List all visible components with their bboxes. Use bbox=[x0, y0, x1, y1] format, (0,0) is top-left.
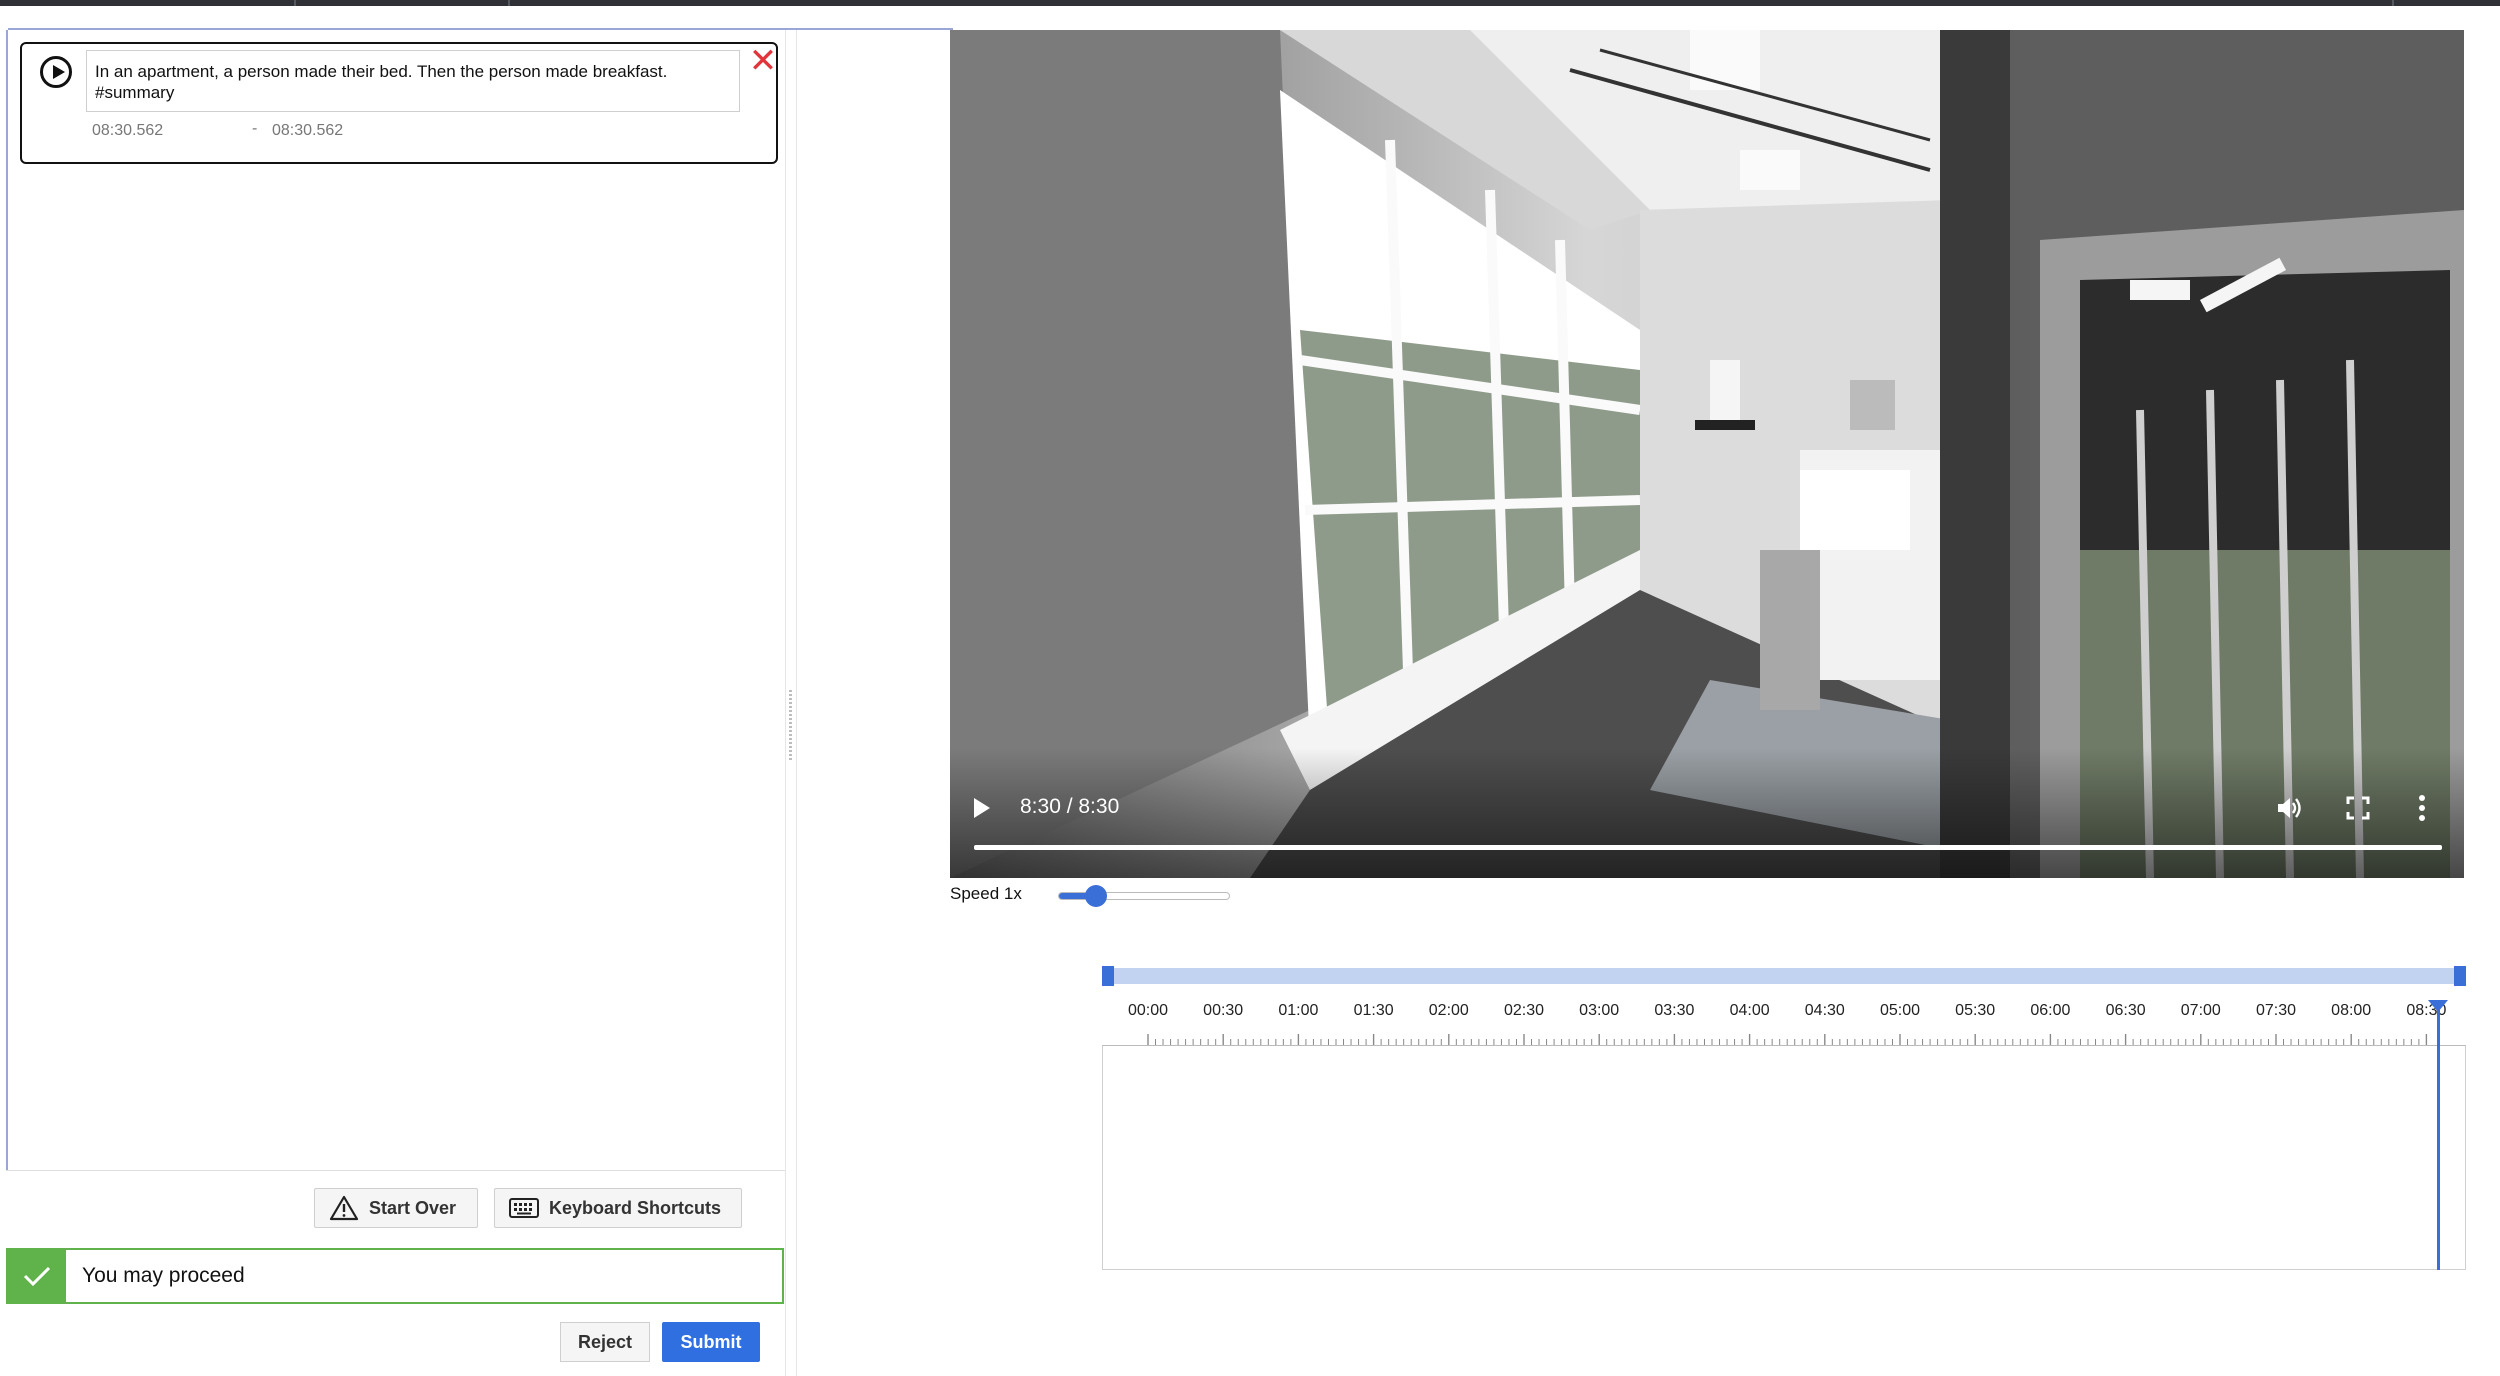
timeline-track[interactable] bbox=[1102, 1046, 2466, 1270]
timeline-tick-label: 01:30 bbox=[1353, 1002, 1394, 1019]
play-segment-icon[interactable] bbox=[40, 56, 72, 88]
panel-resize-handle[interactable] bbox=[785, 30, 797, 1376]
timeline-tick-label: 08:00 bbox=[2331, 1002, 2372, 1019]
status-banner: You may proceed bbox=[6, 1248, 784, 1304]
playhead-line[interactable] bbox=[2437, 1004, 2441, 1270]
panel-divider bbox=[6, 1170, 786, 1171]
toolbar-separator bbox=[508, 0, 510, 6]
timeline-tick-label: 00:00 bbox=[1127, 1002, 1169, 1019]
segment-card[interactable]: In an apartment, a person made their bed… bbox=[20, 42, 778, 164]
status-message: You may proceed bbox=[82, 1264, 245, 1287]
timeline-tick-label: 06:00 bbox=[2030, 1002, 2071, 1019]
video-player[interactable]: 8:30 / 8:30 bbox=[950, 30, 2464, 878]
speed-label: Speed 1x bbox=[950, 884, 1022, 903]
timeline-tick-label: 07:00 bbox=[2180, 1002, 2221, 1019]
submit-button[interactable]: Submit bbox=[662, 1322, 760, 1362]
toolbar-separator bbox=[2392, 0, 2394, 6]
volume-icon[interactable] bbox=[2275, 794, 2303, 822]
check-icon bbox=[8, 1250, 66, 1302]
fullscreen-icon[interactable] bbox=[2346, 796, 2370, 820]
video-time-display: 8:30 / 8:30 bbox=[1020, 795, 1120, 818]
speed-slider[interactable] bbox=[1058, 892, 1230, 900]
segment-end-time[interactable]: 08:30.562 bbox=[272, 122, 343, 140]
video-controls-overlay bbox=[950, 748, 2464, 878]
range-start-handle[interactable] bbox=[1102, 966, 1114, 986]
timeline-tick-label: 02:30 bbox=[1503, 1002, 1545, 1019]
timeline-tick-label: 02:00 bbox=[1428, 1002, 1469, 1019]
timeline-tick-label: 05:00 bbox=[1879, 1002, 1921, 1019]
more-options-icon[interactable] bbox=[2418, 794, 2426, 822]
timeline-range-bar[interactable] bbox=[1102, 968, 2466, 984]
close-icon[interactable]: ✕ bbox=[748, 44, 778, 78]
time-separator: - bbox=[252, 120, 258, 137]
keyboard-shortcuts-label: Keyboard Shortcuts bbox=[549, 1197, 722, 1218]
video-progress-bar[interactable] bbox=[974, 845, 2442, 850]
play-icon[interactable] bbox=[974, 798, 990, 818]
timeline-tick-label: 07:30 bbox=[2255, 1002, 2297, 1019]
reject-button[interactable]: Reject bbox=[560, 1322, 650, 1362]
start-over-label: Start Over bbox=[369, 1197, 457, 1218]
segment-start-time[interactable]: 08:30.562 bbox=[92, 122, 163, 140]
timeline-tick-label: 04:30 bbox=[1804, 1002, 1845, 1019]
timeline-tick-label: 04:00 bbox=[1729, 1002, 1770, 1019]
timeline-tick-label: 05:30 bbox=[1955, 1002, 1996, 1019]
speed-slider-thumb[interactable] bbox=[1084, 885, 1107, 907]
timeline-tick-label: 03:30 bbox=[1654, 1002, 1695, 1019]
segments-panel: In an apartment, a person made their bed… bbox=[6, 30, 788, 1170]
keyboard-shortcuts-button[interactable]: Keyboard Shortcuts bbox=[494, 1188, 742, 1228]
start-over-button[interactable]: Start Over bbox=[314, 1188, 478, 1228]
timeline-tick-label: 00:30 bbox=[1203, 1002, 1244, 1019]
grip-icon[interactable] bbox=[789, 690, 792, 760]
keyboard-icon bbox=[509, 1198, 539, 1218]
timeline-tick-label: 01:00 bbox=[1278, 1002, 1319, 1019]
toolbar-separator bbox=[294, 0, 296, 6]
segment-description-field[interactable]: In an apartment, a person made their bed… bbox=[86, 50, 740, 112]
timeline-tick-label: 06:30 bbox=[2105, 1002, 2146, 1019]
top-toolbar-strip bbox=[0, 0, 2500, 6]
range-end-handle[interactable] bbox=[2454, 966, 2466, 986]
timeline-tick-label: 03:00 bbox=[1579, 1002, 1620, 1019]
warning-icon bbox=[329, 1195, 359, 1221]
